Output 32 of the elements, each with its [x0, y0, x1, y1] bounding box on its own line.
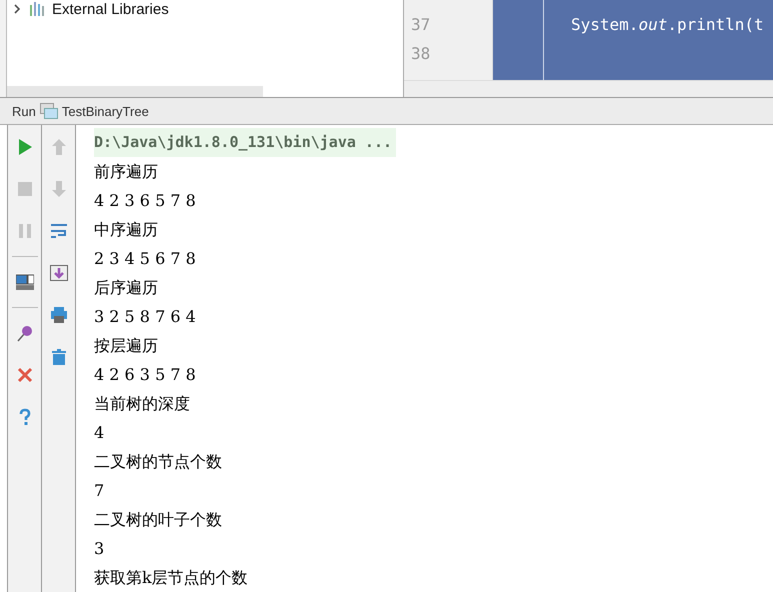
- output-line: 中序遍历: [94, 219, 158, 241]
- output-line: 4 2 6 3 5 7 8: [94, 364, 196, 386]
- output-line: 当前树的深度: [94, 393, 190, 415]
- output-line: 2 3 4 5 6 7 8: [94, 248, 196, 270]
- output-line: 3: [94, 538, 104, 560]
- run-config-tab[interactable]: TestBinaryTree: [62, 104, 149, 119]
- pin-icon[interactable]: [16, 324, 34, 342]
- run-label: Run: [12, 104, 36, 119]
- output-line: 后序遍历: [94, 277, 158, 299]
- scroll-to-end-icon[interactable]: [50, 264, 68, 282]
- output-line: 二叉树的叶子个数: [94, 509, 222, 531]
- wrap-lines-icon[interactable]: [50, 222, 68, 240]
- output-line: 二叉树的节点个数: [94, 451, 222, 473]
- output-line: 3 2 5 8 7 6 4: [94, 306, 196, 328]
- line-number: 38: [411, 44, 430, 63]
- output-line: 按层遍历: [94, 335, 158, 357]
- line-number: 37: [411, 15, 430, 34]
- output-line: 前序遍历: [94, 161, 158, 183]
- output-line: 4: [94, 422, 104, 444]
- printer-icon[interactable]: [50, 306, 68, 324]
- horizontal-scrollbar[interactable]: [7, 86, 263, 98]
- code-line: System.out.println(t: [571, 15, 764, 34]
- layout-icon[interactable]: [16, 273, 34, 291]
- library-icon: [29, 2, 45, 16]
- output-line: 获取第k层节点的个数: [94, 567, 248, 589]
- close-icon[interactable]: [16, 366, 34, 384]
- output-line: 7: [94, 480, 104, 502]
- tree-item-label[interactable]: External Libraries: [52, 0, 169, 18]
- trash-icon[interactable]: [50, 348, 68, 366]
- chevron-icon[interactable]: [12, 4, 22, 14]
- window-icon: [40, 103, 58, 120]
- output-line: 4 2 3 6 5 7 8: [94, 190, 196, 212]
